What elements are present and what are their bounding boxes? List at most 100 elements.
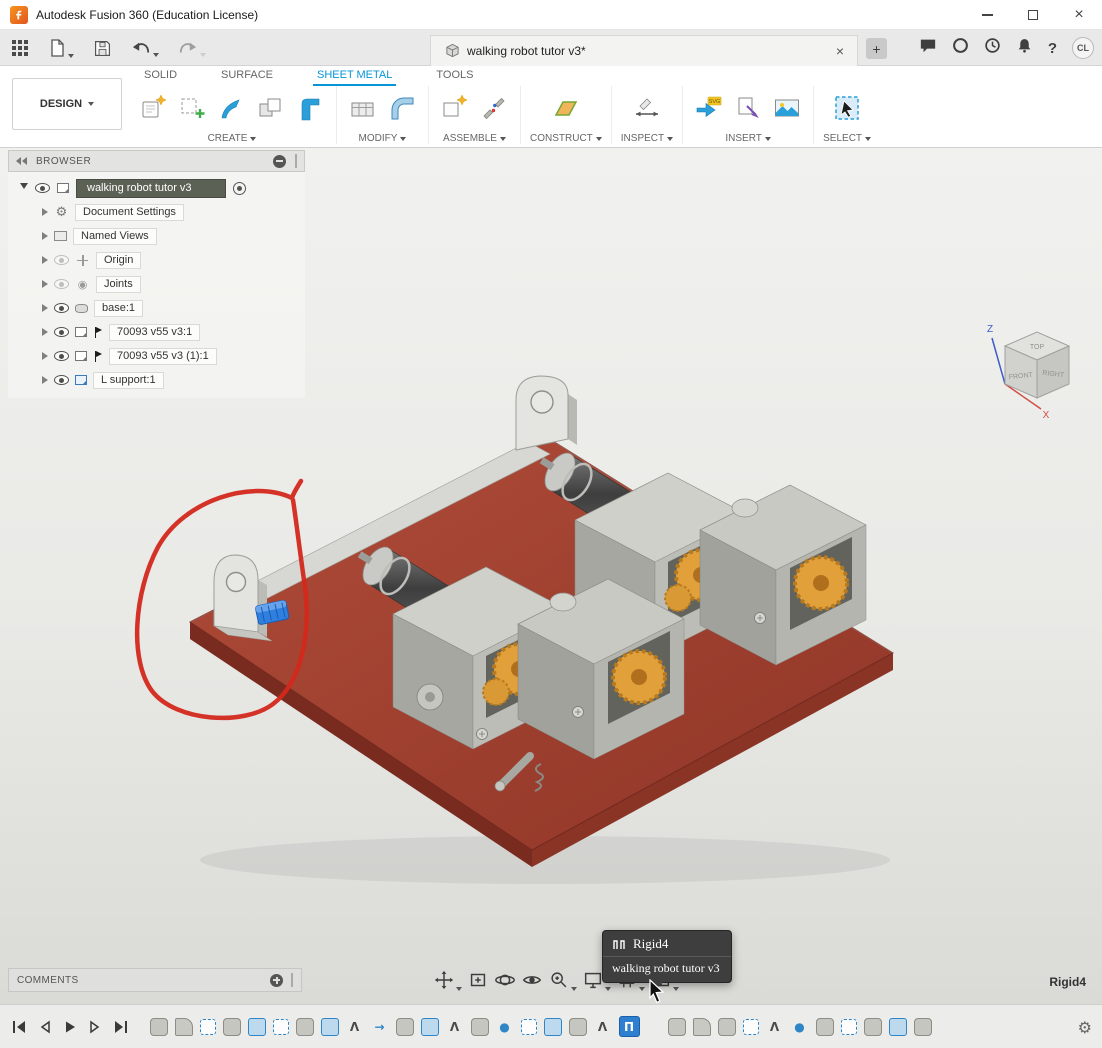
group-label-select[interactable]: SELECT bbox=[823, 133, 862, 144]
create-flange-sketch-icon[interactable] bbox=[176, 91, 210, 125]
tab-tools[interactable]: TOOLS bbox=[432, 67, 477, 86]
redo-button[interactable] bbox=[175, 36, 209, 60]
viewcube[interactable]: TOP FRONT RIGHT Z X bbox=[975, 308, 1100, 423]
timeline-feature-body[interactable] bbox=[150, 1018, 168, 1036]
select-window-icon[interactable] bbox=[830, 91, 864, 125]
look-at-icon[interactable] bbox=[520, 968, 544, 992]
maximize-button[interactable] bbox=[1010, 0, 1056, 30]
notifications-bell-icon[interactable] bbox=[1016, 37, 1033, 59]
new-component-icon[interactable] bbox=[438, 91, 472, 125]
timeline-feature-rigid-selected[interactable] bbox=[619, 1016, 640, 1037]
browser-item-label[interactable]: base:1 bbox=[94, 300, 143, 317]
pan-icon[interactable] bbox=[432, 968, 463, 992]
timeline-feature-body[interactable] bbox=[718, 1018, 736, 1036]
group-label-insert[interactable]: INSERT bbox=[725, 133, 762, 144]
play-button[interactable] bbox=[63, 1020, 77, 1034]
step-back-button[interactable] bbox=[38, 1020, 52, 1034]
browser-root-label[interactable]: walking robot tutor v3 bbox=[76, 179, 226, 198]
timeline-feature-extrude[interactable] bbox=[248, 1018, 266, 1036]
visibility-eye-icon[interactable] bbox=[54, 303, 69, 313]
timeline-feature-sketch[interactable] bbox=[200, 1019, 216, 1035]
timeline-feature-sketch[interactable] bbox=[743, 1019, 759, 1035]
avatar[interactable]: CL bbox=[1072, 37, 1094, 59]
group-label-inspect[interactable]: INSPECT bbox=[621, 133, 664, 144]
disclosure-arrow-icon[interactable] bbox=[42, 232, 48, 240]
minimize-button[interactable] bbox=[964, 0, 1010, 30]
fit-view-icon[interactable] bbox=[466, 968, 490, 992]
timeline-feature-extrude[interactable] bbox=[321, 1018, 339, 1036]
timeline-feature-sketch[interactable] bbox=[521, 1019, 537, 1035]
timeline-feature-extrude[interactable] bbox=[544, 1018, 562, 1036]
browser-item-label[interactable]: 70093 v55 v3 (1):1 bbox=[109, 348, 217, 365]
flange-icon[interactable] bbox=[293, 91, 327, 125]
timeline-feature-joint[interactable] bbox=[446, 1018, 464, 1036]
timeline-feature-joint[interactable] bbox=[594, 1018, 612, 1036]
visibility-eye-icon[interactable] bbox=[54, 327, 69, 337]
group-label-create[interactable]: CREATE bbox=[208, 133, 248, 144]
tab-sheet-metal[interactable]: SHEET METAL bbox=[313, 67, 396, 86]
tab-solid[interactable]: SOLID bbox=[140, 67, 181, 86]
new-document-tab-button[interactable]: + bbox=[866, 38, 887, 59]
insert-svg-icon[interactable]: SVG bbox=[692, 91, 726, 125]
disclosure-arrow-icon[interactable] bbox=[42, 328, 48, 336]
modify-corner-icon[interactable] bbox=[385, 91, 419, 125]
go-to-end-button[interactable] bbox=[113, 1020, 128, 1034]
status-circle-icon[interactable] bbox=[952, 37, 969, 59]
group-label-assemble[interactable]: ASSEMBLE bbox=[443, 133, 497, 144]
file-menu-button[interactable] bbox=[45, 35, 77, 61]
construction-plane-icon[interactable] bbox=[549, 91, 583, 125]
group-label-modify[interactable]: MODIFY bbox=[359, 133, 398, 144]
browser-item-label[interactable]: Named Views bbox=[73, 228, 157, 245]
visibility-eye-icon[interactable] bbox=[54, 375, 69, 385]
disclosure-arrow-icon[interactable] bbox=[42, 208, 48, 216]
timeline-feature-joint[interactable] bbox=[766, 1018, 784, 1036]
browser-item[interactable]: 70093 v55 v3 (1):1 bbox=[8, 344, 305, 368]
browser-item[interactable]: 70093 v55 v3:1 bbox=[8, 320, 305, 344]
timeline-feature-body[interactable] bbox=[396, 1018, 414, 1036]
disclosure-arrow-icon[interactable] bbox=[42, 352, 48, 360]
job-status-clock-icon[interactable] bbox=[984, 37, 1001, 59]
activate-component-radio-icon[interactable] bbox=[233, 182, 246, 195]
timeline-feature-body[interactable] bbox=[296, 1018, 314, 1036]
tab-close-icon[interactable]: × bbox=[832, 43, 848, 59]
measure-icon[interactable] bbox=[630, 91, 664, 125]
browser-root-item[interactable]: walking robot tutor v3 bbox=[8, 176, 305, 200]
close-button[interactable]: × bbox=[1056, 0, 1102, 30]
timeline-feature-body[interactable] bbox=[569, 1018, 587, 1036]
browser-item[interactable]: Named Views bbox=[8, 224, 305, 248]
timeline-feature-extrude[interactable] bbox=[421, 1018, 439, 1036]
add-comment-icon[interactable] bbox=[270, 974, 283, 987]
browser-item[interactable]: Origin bbox=[8, 248, 305, 272]
browser-item-label[interactable]: Origin bbox=[96, 252, 141, 269]
comments-bar[interactable]: COMMENTS bbox=[8, 968, 302, 992]
tab-surface[interactable]: SURFACE bbox=[217, 67, 277, 86]
browser-item[interactable]: Joints bbox=[8, 272, 305, 296]
timeline-feature-body[interactable] bbox=[864, 1018, 882, 1036]
document-tab[interactable]: walking robot tutor v3* × bbox=[430, 35, 858, 66]
disclosure-arrow-icon[interactable] bbox=[42, 304, 48, 312]
extensions-comment-icon[interactable] bbox=[919, 37, 937, 59]
visibility-eye-icon[interactable] bbox=[54, 351, 69, 361]
visibility-eye-icon[interactable] bbox=[54, 255, 69, 265]
browser-header[interactable]: BROWSER bbox=[8, 150, 305, 172]
unfold-icon[interactable] bbox=[346, 91, 380, 125]
browser-item-label[interactable]: 70093 v55 v3:1 bbox=[109, 324, 200, 341]
timeline-feature-extrude[interactable] bbox=[889, 1018, 907, 1036]
save-button[interactable] bbox=[90, 36, 115, 61]
browser-item[interactable]: base:1 bbox=[8, 296, 305, 320]
timeline-settings-gear-icon[interactable]: ⚙ bbox=[1078, 1018, 1092, 1037]
browser-item-label[interactable]: Joints bbox=[96, 276, 141, 293]
step-forward-button[interactable] bbox=[88, 1020, 102, 1034]
convert-to-sheet-metal-icon[interactable] bbox=[254, 91, 288, 125]
go-to-start-button[interactable] bbox=[12, 1020, 27, 1034]
browser-item[interactable]: Document Settings bbox=[8, 200, 305, 224]
timeline-feature-arrow[interactable] bbox=[371, 1018, 389, 1036]
joint-icon[interactable] bbox=[477, 91, 511, 125]
help-icon[interactable]: ? bbox=[1048, 40, 1057, 57]
browser-item-label[interactable]: Document Settings bbox=[75, 204, 184, 221]
insert-mesh-icon[interactable] bbox=[731, 91, 765, 125]
timeline-feature-sketch[interactable] bbox=[841, 1019, 857, 1035]
create-flange-icon[interactable] bbox=[215, 91, 249, 125]
timeline-feature-body[interactable] bbox=[914, 1018, 932, 1036]
timeline-feature-body[interactable] bbox=[668, 1018, 686, 1036]
